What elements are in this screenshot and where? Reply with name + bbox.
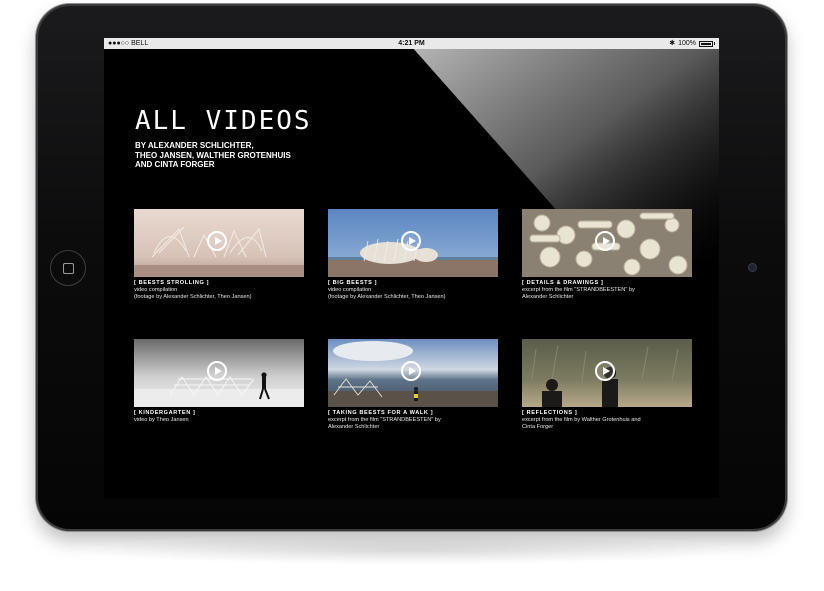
battery-tip [714, 42, 715, 45]
video-card-beests-strolling[interactable]: [ BEESTS STROLLING ] video compilation (… [134, 209, 304, 302]
video-description: excerpt from the film by Walther Grotenh… [522, 417, 641, 424]
video-title[interactable]: [ DETAILS & DRAWINGS ] [522, 280, 692, 287]
battery-area: ✱ 100% [669, 38, 715, 49]
video-caption: [ BIG BEESTS ] video compilation (footag… [328, 280, 498, 302]
byline: BY ALEXANDER SCHLICHTER, THEO JANSEN, WA… [135, 141, 355, 170]
video-credit: Cinta Forger [522, 424, 554, 431]
video-thumbnail[interactable] [134, 209, 304, 277]
home-button[interactable] [50, 250, 86, 286]
video-thumbnail[interactable] [328, 339, 498, 407]
video-thumbnail[interactable] [522, 209, 692, 277]
video-description: excerpt from the film "STRANDBEESTEN" by [328, 417, 441, 424]
app-screen: ●●●○○ BELL 4:21 PM ✱ 100% ALL VIDEOS BY … [104, 38, 719, 498]
video-card-taking-beests-for-a-walk[interactable]: [ TAKING BEESTS FOR A WALK ] excerpt fro… [328, 339, 498, 432]
video-thumbnail[interactable] [328, 209, 498, 277]
video-caption: [ DETAILS & DRAWINGS ] excerpt from the … [522, 280, 692, 302]
page-title: ALL VIDEOS [135, 106, 312, 136]
play-icon[interactable] [401, 361, 421, 381]
video-description: video by Theo Jansen [134, 417, 189, 424]
video-credit: (footage by Alexander Schlichter, Theo J… [134, 294, 252, 301]
front-camera [748, 263, 757, 272]
play-icon[interactable] [595, 361, 615, 381]
video-credit: Alexander Schlichter [522, 294, 574, 301]
video-description: excerpt from the film "STRANDBEESTEN" by [522, 287, 635, 294]
byline-line: THEO JANSEN, WALTHER GROTENHUIS [135, 150, 291, 160]
device-shadow [80, 535, 740, 565]
video-caption: [ TAKING BEESTS FOR A WALK ] excerpt fro… [328, 410, 498, 432]
video-description: video compilation [134, 287, 178, 294]
video-credit: (footage by Alexander Schlichter, Theo J… [328, 294, 446, 301]
video-card-kindergarten[interactable]: [ KINDERGARTEN ] video by Theo Jansen [134, 339, 304, 424]
byline-line: AND CINTA FORGER [135, 160, 215, 169]
battery-percent: 100% [678, 40, 696, 47]
battery-icon [699, 40, 713, 47]
home-square-icon [62, 262, 74, 274]
video-title[interactable]: [ REFLECTIONS ] [522, 410, 692, 417]
video-description: video compilation [328, 287, 372, 294]
clock: 4:21 PM [398, 40, 425, 47]
video-card-big-beests[interactable]: [ BIG BEESTS ] video compilation (footag… [328, 209, 498, 302]
video-caption: [ BEESTS STROLLING ] video compilation (… [134, 280, 304, 302]
play-icon[interactable] [207, 231, 227, 251]
byline-line: BY ALEXANDER SCHLICHTER, [135, 141, 254, 150]
video-caption: [ KINDERGARTEN ] video by Theo Jansen [134, 410, 304, 424]
video-title[interactable]: [ BEESTS STROLLING ] [134, 280, 304, 287]
video-title[interactable]: [ TAKING BEESTS FOR A WALK ] [328, 410, 498, 417]
video-thumbnail[interactable] [522, 339, 692, 407]
video-title[interactable]: [ KINDERGARTEN ] [134, 410, 304, 417]
video-credit: Alexander Schlichter [328, 424, 380, 431]
bluetooth-icon: ✱ [669, 40, 676, 47]
video-card-details-drawings[interactable]: [ DETAILS & DRAWINGS ] excerpt from the … [522, 209, 692, 302]
status-bar: ●●●○○ BELL 4:21 PM ✱ 100% [104, 38, 719, 49]
video-card-reflections[interactable]: [ REFLECTIONS ] excerpt from the film by… [522, 339, 692, 432]
play-icon[interactable] [401, 231, 421, 251]
video-thumbnail[interactable] [134, 339, 304, 407]
play-icon[interactable] [207, 361, 227, 381]
video-title[interactable]: [ BIG BEESTS ] [328, 280, 498, 287]
play-icon[interactable] [595, 231, 615, 251]
video-caption: [ REFLECTIONS ] excerpt from the film by… [522, 410, 692, 432]
